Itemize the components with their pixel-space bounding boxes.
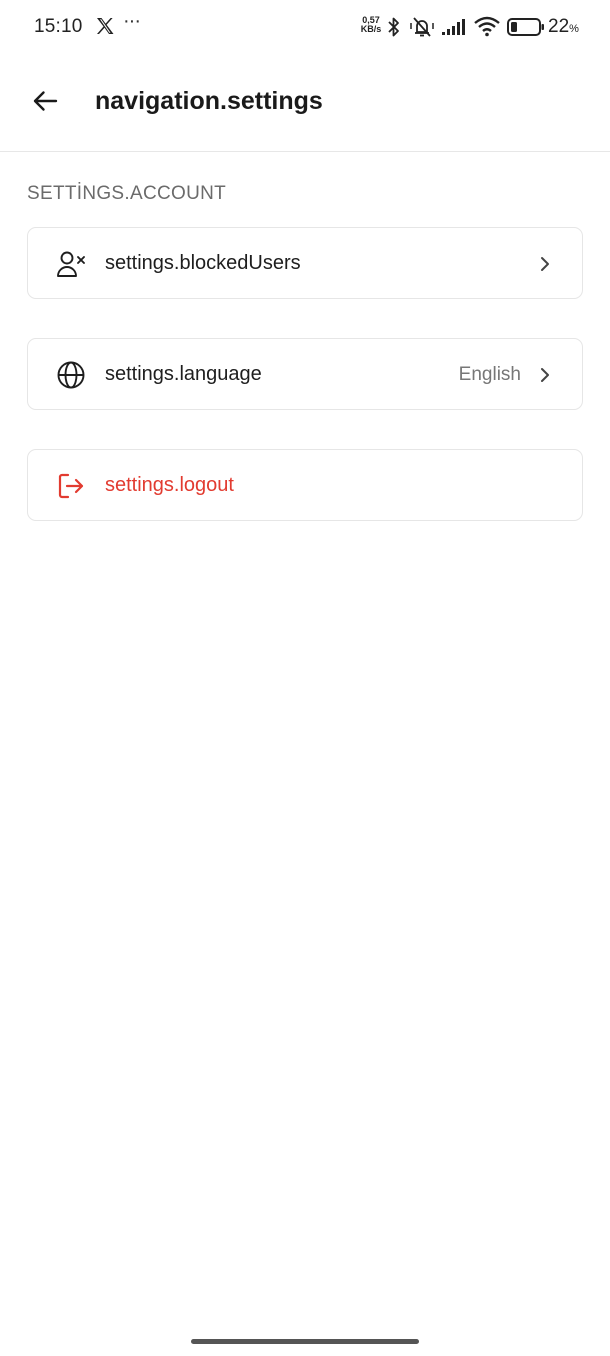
battery-percent-value: 22 [548,16,570,37]
wifi-icon [474,16,500,37]
vibrate-silent-icon [410,17,434,37]
language-value: English [458,364,521,385]
battery-icon [507,18,544,36]
language-row[interactable]: settings.language English [27,338,583,410]
blocked-users-label: settings.blockedUsers [105,252,301,274]
status-time: 15:10 [34,16,83,37]
network-speed-unit: KB/s [360,24,382,34]
battery-percent-unit: % [569,23,579,35]
battery-percent: 22% [548,16,579,38]
app-header: navigation.settings [0,56,610,152]
chevron-right-icon [541,368,549,382]
user-x-icon [57,251,85,277]
arrow-left-icon [33,91,58,111]
section-label-account: SETTİNGS.ACCOUNT [27,183,227,204]
logout-icon [58,473,84,499]
logout-label: settings.logout [105,474,234,496]
network-speed: 0,57 KB/s [357,16,385,34]
home-indicator[interactable] [191,1339,419,1344]
x-app-icon [97,18,114,34]
back-button[interactable] [26,82,64,120]
chevron-right-icon [541,257,549,271]
signal-icon [442,19,465,35]
bluetooth-icon [388,17,399,37]
more-notifications-icon: ··· [123,10,141,32]
page-title: navigation.settings [95,87,323,115]
status-bar: 15:10 ··· 0,57 KB/s 22% [0,0,610,56]
globe-icon [57,361,85,389]
language-label: settings.language [105,363,262,385]
blocked-users-row[interactable]: settings.blockedUsers [27,227,583,299]
logout-row[interactable]: settings.logout [27,449,583,521]
